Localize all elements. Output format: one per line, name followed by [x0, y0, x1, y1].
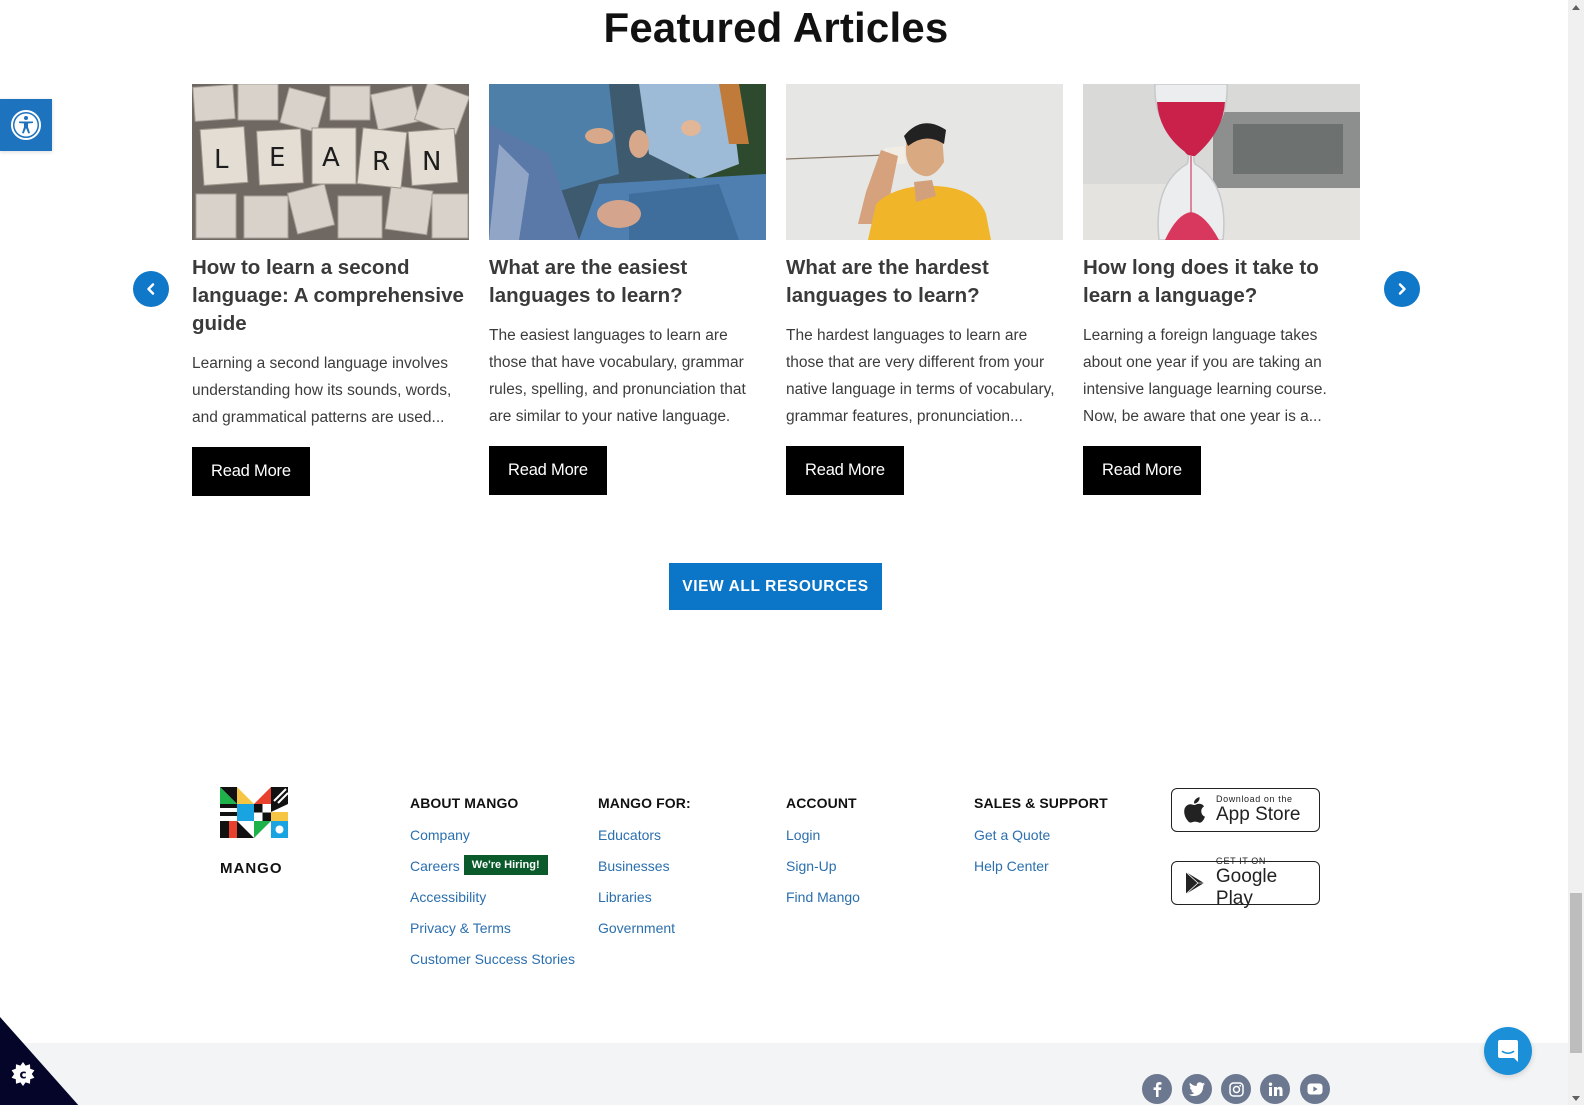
svg-text:c: c — [19, 1067, 26, 1081]
twitter-icon — [1189, 1082, 1205, 1096]
youtube-icon — [1307, 1083, 1323, 1095]
page-scrollbar[interactable] — [1568, 0, 1584, 1105]
facebook-icon — [1153, 1082, 1162, 1097]
view-all-resources-button[interactable]: VIEW ALL RESOURCES — [669, 563, 882, 610]
footer-link-libraries[interactable]: Libraries — [598, 888, 691, 919]
footer-careers-row: Careers We're Hiring! — [410, 855, 575, 888]
footer-heading: ACCOUNT — [786, 795, 857, 811]
footer-column-about: ABOUT MANGO Company Careers We're Hiring!… — [410, 795, 575, 981]
article-excerpt: Learning a foreign language takes about … — [1083, 327, 1327, 425]
hiring-badge[interactable]: We're Hiring! — [463, 855, 548, 875]
footer-column-mango-for: MANGO FOR: Educators Businesses Librarie… — [598, 795, 691, 950]
svg-text:E: E — [269, 143, 285, 173]
google-play-text: GET IT ON Google Play — [1216, 856, 1319, 910]
footer-heading: ABOUT MANGO — [410, 795, 519, 811]
footer-link-sign-up[interactable]: Sign-Up — [786, 857, 860, 888]
google-play-icon — [1185, 871, 1204, 895]
svg-text:L: L — [214, 145, 229, 175]
instagram-icon — [1228, 1081, 1244, 1097]
svg-text:N: N — [422, 147, 441, 177]
footer-heading: SALES & SUPPORT — [974, 795, 1108, 811]
article-title[interactable]: What are the hardest languages to learn? — [786, 254, 1063, 310]
article-excerpt: The easiest languages to learn are those… — [489, 327, 746, 425]
google-play-big-text: Google Play — [1215, 866, 1278, 909]
footer-link-customer-success[interactable]: Customer Success Stories — [410, 950, 575, 981]
apple-icon — [1184, 797, 1205, 823]
mango-logo[interactable]: MANGO — [220, 787, 292, 877]
mango-logo-mark — [220, 787, 289, 853]
facebook-link[interactable] — [1142, 1074, 1172, 1104]
scroll-up-button[interactable] — [1568, 0, 1584, 14]
scrollbar-thumb[interactable] — [1570, 893, 1582, 1053]
footer-link-businesses[interactable]: Businesses — [598, 857, 691, 888]
twitter-link[interactable] — [1182, 1074, 1212, 1104]
article-title[interactable]: How to learn a second language: A compre… — [192, 254, 469, 338]
google-play-badge[interactable]: GET IT ON Google Play — [1171, 856, 1320, 909]
linkedin-link[interactable] — [1260, 1074, 1290, 1104]
article-card: What are the easiest languages to learn?… — [489, 84, 766, 495]
carousel-prev-button[interactable] — [133, 271, 169, 307]
cookie-settings-button[interactable]: c — [0, 1017, 80, 1105]
section-title: Featured Articles — [603, 4, 949, 51]
mango-wordmark: MANGO — [220, 860, 283, 877]
article-title[interactable]: How long does it take to learn a languag… — [1083, 254, 1360, 310]
article-card: L E A R N How to learn a second language… — [192, 84, 469, 496]
footer-heading: MANGO FOR: — [598, 795, 691, 811]
chevron-right-icon — [1398, 283, 1406, 295]
footer-link-educators[interactable]: Educators — [598, 826, 691, 857]
footer-link-get-a-quote[interactable]: Get a Quote — [974, 826, 1108, 857]
footer-link-privacy-terms[interactable]: Privacy & Terms — [410, 919, 575, 950]
hourglass-image[interactable] — [1083, 84, 1360, 240]
svg-text:R: R — [372, 147, 390, 177]
youtube-link[interactable] — [1300, 1074, 1330, 1104]
man-tin-can-phone-image[interactable] — [786, 84, 1063, 240]
footer-link-login[interactable]: Login — [786, 826, 860, 857]
app-store-big-text: App Store — [1216, 804, 1301, 825]
instagram-link[interactable] — [1221, 1074, 1251, 1104]
accessibility-button[interactable] — [0, 99, 52, 151]
footer-column-account: ACCOUNT Login Sign-Up Find Mango — [786, 795, 860, 919]
read-more-button[interactable]: Read More — [192, 447, 310, 496]
read-more-button[interactable]: Read More — [489, 446, 607, 495]
read-more-button[interactable]: Read More — [786, 446, 904, 495]
svg-text:A: A — [322, 143, 340, 173]
read-more-button[interactable]: Read More — [1083, 446, 1201, 495]
scrabble-tiles-learn-image[interactable]: L E A R N — [192, 84, 469, 240]
caret-up-icon — [1572, 4, 1580, 10]
accessibility-icon — [11, 110, 41, 140]
app-store-small-text: Download on the — [1216, 794, 1293, 804]
google-play-small-text: GET IT ON — [1215, 856, 1266, 866]
article-excerpt: Learning a second language involves unde… — [192, 355, 452, 426]
chat-icon — [1498, 1040, 1518, 1062]
footer-link-government[interactable]: Government — [598, 919, 691, 950]
article-card: How long does it take to learn a languag… — [1083, 84, 1360, 495]
footer-link-find-mango[interactable]: Find Mango — [786, 888, 860, 919]
linkedin-icon — [1268, 1082, 1282, 1096]
app-store-badge[interactable]: Download on the App Store — [1171, 788, 1320, 832]
chevron-left-icon — [147, 283, 155, 295]
article-title[interactable]: What are the easiest languages to learn? — [489, 254, 766, 310]
article-excerpt: The hardest languages to learn are those… — [786, 327, 1055, 425]
group-conversation-image[interactable] — [489, 84, 766, 240]
footer-column-sales-support: SALES & SUPPORT Get a Quote Help Center — [974, 795, 1108, 888]
app-store-text: Download on the App Store — [1216, 794, 1301, 826]
footer-link-company[interactable]: Company — [410, 826, 575, 857]
footer-bottom-bar — [0, 1043, 1568, 1105]
page: Featured Articles L E A R N How to learn… — [0, 0, 1568, 1105]
scroll-down-button[interactable] — [1568, 1091, 1584, 1105]
chat-launcher-button[interactable] — [1484, 1027, 1532, 1075]
footer-link-help-center[interactable]: Help Center — [974, 857, 1108, 888]
footer-link-accessibility[interactable]: Accessibility — [410, 888, 575, 919]
article-card: What are the hardest languages to learn?… — [786, 84, 1063, 495]
carousel-next-button[interactable] — [1384, 271, 1420, 307]
footer-link-careers[interactable]: Careers — [410, 858, 460, 874]
caret-down-icon — [1572, 1095, 1580, 1101]
